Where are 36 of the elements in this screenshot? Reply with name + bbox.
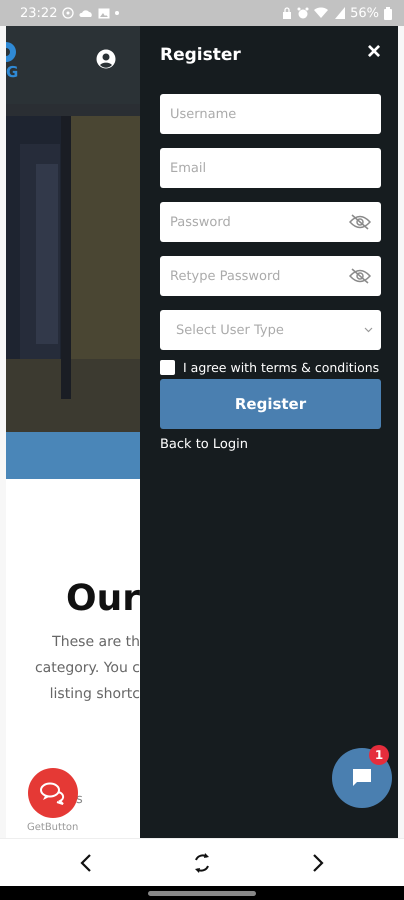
clock-icon [62, 7, 74, 19]
refresh-icon[interactable] [192, 852, 212, 874]
alarm-icon [297, 7, 310, 19]
partial-text: s [76, 792, 83, 807]
description-text: category. You c [34, 659, 140, 678]
user-icon[interactable] [96, 49, 116, 69]
terms-label: I agree with terms & conditions [183, 360, 380, 375]
input-field[interactable]: Email [160, 148, 381, 188]
password-field[interactable]: Retype Password [160, 256, 381, 296]
battery-level: 56% [350, 6, 379, 20]
home-handle[interactable] [148, 890, 256, 896]
section-heading: Our [66, 577, 140, 621]
cloud-icon [79, 8, 94, 18]
getbutton-label: GetButton [27, 822, 78, 833]
description-text: These are th [52, 633, 140, 652]
hidden-eye-icon[interactable] [349, 214, 371, 230]
close-button[interactable]: × [366, 42, 381, 62]
description-text: listing shortc [50, 685, 140, 704]
input-field[interactable]: Username [160, 94, 381, 134]
wifi-icon [314, 7, 330, 19]
dot-icon [115, 11, 120, 15]
status-time: 23:22 [20, 6, 58, 20]
password-field[interactable]: Password [160, 202, 381, 242]
battery-icon [384, 6, 392, 20]
logo-text: G [6, 64, 18, 80]
chevron-down-icon [364, 327, 373, 333]
register-button[interactable]: Register [160, 379, 381, 429]
lock-icon [282, 7, 292, 19]
signal-icon [335, 7, 346, 19]
speech-bubbles-icon [39, 781, 67, 805]
image-icon [98, 8, 110, 18]
terms-checkbox[interactable] [160, 360, 175, 375]
hidden-eye-icon[interactable] [349, 268, 371, 284]
back-to-login-link[interactable]: Back to Login [160, 437, 248, 452]
chat-icon [352, 768, 372, 788]
panel-title: Register [160, 45, 241, 65]
